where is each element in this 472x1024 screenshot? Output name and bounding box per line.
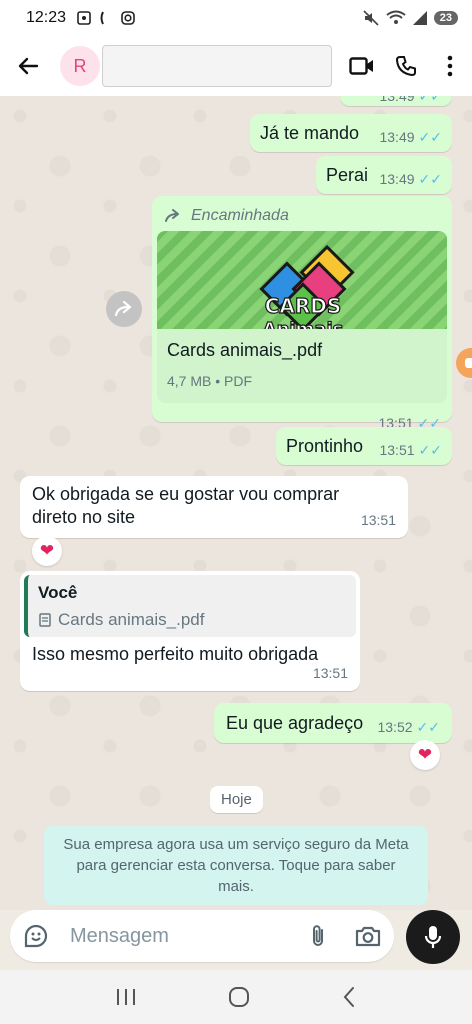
system-navigation-bar (0, 970, 472, 1024)
composer (0, 910, 472, 964)
camera-button[interactable] (342, 910, 394, 962)
message-time: 13:52 (377, 718, 413, 735)
call-status-icon (100, 11, 104, 25)
chat-bubble-icon (465, 358, 472, 368)
phone-icon (395, 56, 416, 77)
read-ticks-icon: ✓✓ (418, 441, 442, 458)
voice-call-button[interactable] (384, 36, 428, 96)
mute-icon (363, 10, 379, 26)
read-ticks-icon: ✓✓ (418, 96, 442, 104)
quoted-text: Cards animais_.pdf (58, 610, 205, 629)
chat-area: 13:49 ✓✓ Já te mando 13:49 ✓✓ Perai 13:49 ✓… (0, 96, 472, 910)
message-bubble-outgoing[interactable]: Prontinho 13:51 ✓✓ (276, 427, 452, 465)
message-input-container (10, 910, 394, 962)
floating-chat-bubble[interactable] (456, 348, 472, 378)
chevron-left-icon (343, 987, 354, 1007)
business-system-notice[interactable]: Sua empresa agora usa um serviço seguro … (44, 826, 428, 905)
document-meta: 4,7 MB • PDF (167, 373, 253, 389)
date-divider: Hoje (210, 786, 263, 813)
message-text: Ok obrigada se eu gostar vou comprar dir… (32, 484, 340, 527)
arrow-left-icon (18, 57, 39, 75)
message-input[interactable] (70, 924, 290, 948)
voice-message-button[interactable] (406, 910, 460, 964)
message-text: Prontinho (286, 435, 364, 456)
wifi-icon (386, 10, 406, 24)
sticker-icon (24, 924, 48, 948)
document-name: Cards animais_.pdf (167, 340, 323, 360)
message-text: Eu que agradeço (226, 712, 364, 733)
heart-reaction[interactable]: ❤ (410, 740, 440, 770)
recent-apps-button[interactable] (115, 987, 137, 1007)
message-time: 13:51 (360, 512, 396, 528)
video-call-button[interactable] (340, 36, 384, 96)
forwarded-label: Encaminhada (191, 207, 289, 224)
instagram-icon (121, 11, 135, 25)
message-bubble-outgoing[interactable]: Eu que agradeço 13:52 ✓✓ (214, 703, 452, 743)
recent-apps-icon (117, 989, 136, 1005)
message-time: 13:49 (379, 170, 415, 187)
message-bubble-outgoing[interactable]: Perai 13:49 ✓✓ (316, 156, 452, 194)
attach-button[interactable] (294, 910, 342, 962)
status-bar: 12:23 23 (0, 0, 472, 36)
message-text: Isso mesmo perfeito muito obrigada (32, 644, 319, 664)
screenshot-icon (77, 11, 91, 25)
message-bubble-partial[interactable]: 13:49 ✓✓ (340, 96, 452, 106)
read-ticks-icon: ✓✓ (418, 170, 442, 187)
chat-header: R (0, 36, 472, 96)
read-ticks-icon: ✓✓ (416, 718, 440, 735)
message-bubble-incoming-reply[interactable]: Você Cards animais_.pdf Isso mesmo perfe… (20, 571, 360, 691)
read-ticks-icon: ✓✓ (418, 128, 442, 145)
forward-button[interactable] (106, 291, 142, 327)
document-thumbnail[interactable]: CARDS Animais (157, 231, 447, 329)
message-time: 13:51 (312, 665, 348, 681)
forwarded-document-message[interactable]: Encaminhada CARDS Animais Cards animais_… (152, 196, 452, 431)
document-info[interactable]: Cards animais_.pdf 4,7 MB • PDF (157, 329, 447, 403)
battery-indicator: 23 (433, 11, 458, 25)
document-icon (39, 612, 51, 627)
video-camera-icon (349, 57, 373, 75)
sticker-button[interactable] (10, 910, 62, 962)
message-time: 13:51 (379, 441, 415, 458)
back-nav-button[interactable] (341, 986, 357, 1008)
forwarded-icon (165, 208, 179, 222)
paperclip-icon (313, 925, 323, 946)
message-text: Perai (326, 164, 369, 185)
status-time: 12:23 (26, 9, 67, 26)
camera-icon (355, 926, 381, 947)
message-bubble-incoming[interactable]: Ok obrigada se eu gostar vou comprar dir… (20, 476, 408, 538)
microphone-icon (424, 926, 442, 948)
logo-title: CARDS (265, 294, 342, 318)
cards-animais-logo: CARDS Animais (259, 244, 355, 329)
home-button[interactable] (228, 986, 250, 1008)
forward-arrow-icon (114, 301, 132, 317)
contact-name[interactable] (102, 45, 332, 87)
more-options-button[interactable] (428, 36, 472, 96)
back-button[interactable] (0, 36, 56, 96)
avatar[interactable]: R (60, 46, 100, 86)
more-vertical-icon (447, 55, 453, 77)
message-text: Já te mando (260, 122, 360, 143)
quoted-message[interactable]: Você Cards animais_.pdf (24, 575, 356, 637)
logo-subtitle: Animais (263, 319, 344, 329)
home-icon (228, 987, 249, 1007)
message-time: 13:49 (379, 128, 415, 145)
heart-reaction[interactable]: ❤ (32, 536, 62, 566)
message-time: 13:49 (379, 96, 415, 104)
message-bubble-outgoing[interactable]: Já te mando 13:49 ✓✓ (250, 114, 452, 152)
signal-icon (412, 11, 427, 25)
quoted-author: Você (38, 583, 78, 602)
